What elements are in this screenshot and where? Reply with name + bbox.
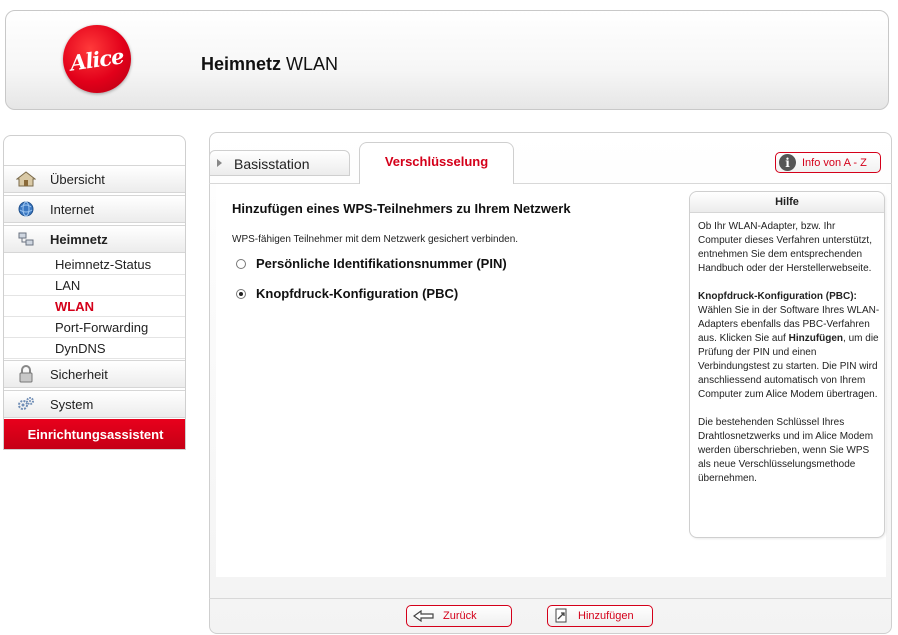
network-icon bbox=[16, 231, 36, 247]
tab-arrow-icon bbox=[217, 159, 222, 167]
setup-wizard-button[interactable]: Einrichtungsassistent bbox=[4, 419, 185, 449]
radio-pin[interactable] bbox=[236, 258, 246, 269]
tab-label: Verschlüsselung bbox=[384, 154, 489, 169]
sidebar-item-label: Übersicht bbox=[50, 171, 105, 187]
bottom-divider bbox=[209, 598, 892, 599]
sidebar-subitem-wlan[interactable]: WLAN bbox=[4, 296, 185, 317]
gears-icon bbox=[16, 396, 36, 412]
sidebar-item-label: Sicherheit bbox=[50, 366, 108, 382]
sidebar-item-label: System bbox=[50, 396, 94, 412]
logo-text: Alice bbox=[68, 42, 126, 76]
tab-divider bbox=[209, 183, 892, 184]
tab-verschluesselung[interactable]: Verschlüsselung bbox=[359, 142, 514, 184]
sidebar-item-label: Internet bbox=[50, 201, 95, 217]
add-button[interactable]: Hinzufügen bbox=[547, 605, 653, 627]
sidebar-subitem-heimnetz-status[interactable]: Heimnetz-Status bbox=[4, 254, 185, 275]
back-button-label: Zurück bbox=[443, 610, 477, 622]
radio-pbc[interactable] bbox=[236, 288, 246, 299]
lock-icon bbox=[16, 365, 36, 383]
help-paragraph: Die bestehenden Schlüssel Ihres Drahtlos… bbox=[698, 417, 874, 484]
page-title-rest: WLAN bbox=[286, 54, 339, 74]
header-bar bbox=[5, 10, 889, 110]
help-box: Hilfe Ob Ihr WLAN-Adapter, bzw. Ihr Comp… bbox=[689, 191, 885, 538]
help-title: Hilfe bbox=[690, 192, 884, 213]
add-doc-icon bbox=[554, 608, 570, 624]
sidebar-subitem-port-forwarding[interactable]: Port-Forwarding bbox=[4, 317, 185, 338]
info-button-label: Info von A - Z bbox=[802, 156, 867, 169]
option-pin-label: Persönliche Identifikationsnummer (PIN) bbox=[256, 256, 507, 271]
tab-label: Basisstation bbox=[234, 156, 310, 172]
help-bold-term: Hinzufügen bbox=[788, 333, 844, 344]
back-arrow-icon bbox=[413, 610, 435, 622]
sidebar-item-internet[interactable]: Internet bbox=[4, 195, 185, 223]
alice-logo[interactable]: Alice bbox=[63, 25, 131, 93]
info-icon: i bbox=[779, 154, 796, 171]
help-paragraph: Knopfdruck-Konfiguration (PBC): Wählen Si… bbox=[698, 290, 880, 402]
house-icon bbox=[16, 171, 36, 187]
option-pin-row[interactable]: Persönliche Identifikationsnummer (PIN) bbox=[236, 256, 507, 271]
globe-icon bbox=[16, 201, 36, 217]
page-title: Heimnetz WLAN bbox=[201, 54, 338, 75]
sidebar-subitem-dyndns[interactable]: DynDNS bbox=[4, 338, 185, 359]
help-subheading: Knopfdruck-Konfiguration (PBC): bbox=[698, 291, 857, 302]
sidebar-item-label: Heimnetz bbox=[50, 231, 108, 247]
add-button-label: Hinzufügen bbox=[578, 610, 634, 622]
sidebar-item-sicherheit[interactable]: Sicherheit bbox=[4, 360, 185, 388]
help-paragraph: Ob Ihr WLAN-Adapter, bzw. Ihr Computer d… bbox=[698, 221, 872, 274]
page-title-bold: Heimnetz bbox=[201, 54, 282, 74]
option-pbc-row[interactable]: Knopfdruck-Konfiguration (PBC) bbox=[236, 286, 458, 301]
sidebar-item-uebersicht[interactable]: Übersicht bbox=[4, 165, 185, 193]
tab-basisstation[interactable]: Basisstation bbox=[209, 150, 350, 176]
sidebar-item-heimnetz[interactable]: Heimnetz bbox=[4, 225, 185, 253]
option-pbc-label: Knopfdruck-Konfiguration (PBC) bbox=[256, 286, 459, 301]
info-a-z-button[interactable]: i Info von A - Z bbox=[775, 152, 881, 173]
intro-text: WPS-fähigen Teilnehmer mit dem Netzwerk … bbox=[232, 234, 519, 245]
help-body: Ob Ihr WLAN-Adapter, bzw. Ihr Computer d… bbox=[698, 220, 880, 500]
sidebar-item-system[interactable]: System bbox=[4, 390, 185, 418]
sidebar-subitem-lan[interactable]: LAN bbox=[4, 275, 185, 296]
sidebar-nav: Übersicht Internet Heimnetz Heimnetz-Sta… bbox=[3, 135, 186, 450]
section-title: Hinzufügen eines WPS-Teilnehmers zu Ihre… bbox=[232, 201, 571, 216]
back-button[interactable]: Zurück bbox=[406, 605, 512, 627]
